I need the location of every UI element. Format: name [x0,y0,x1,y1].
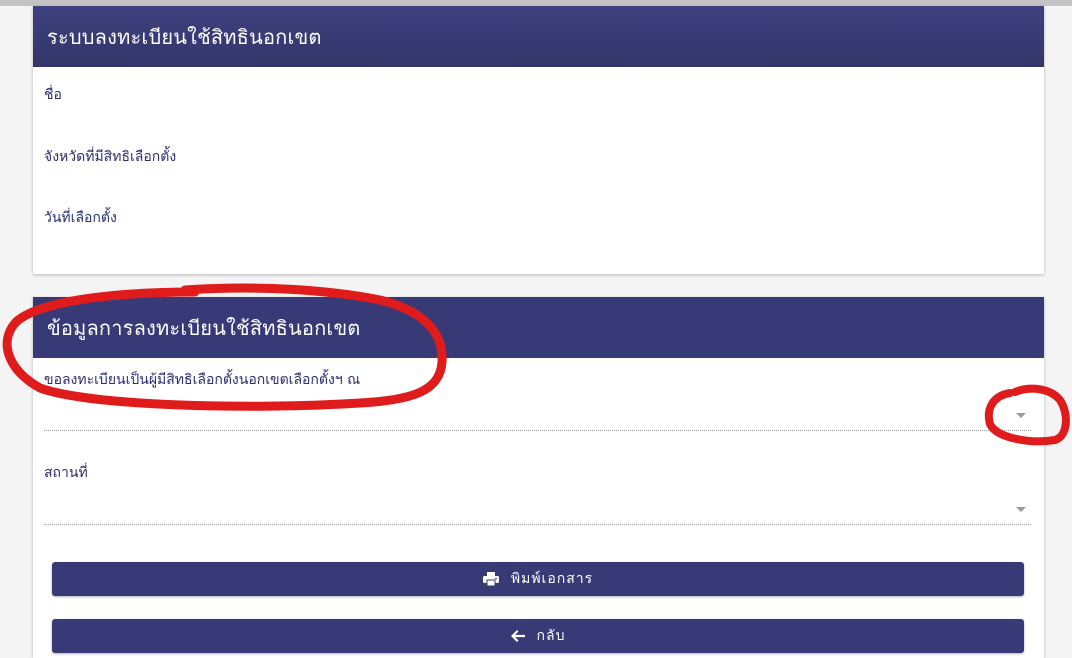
print-document-button[interactable]: พิมพ์เอกสาร [52,562,1024,596]
card-title: ระบบลงทะเบียนใช้สิทธินอกเขต [47,24,322,49]
voter-info-card: ระบบลงทะเบียนใช้สิทธินอกเขต ชื่อ จังหวัด… [33,6,1044,274]
card-title: ข้อมูลการลงทะเบียนใช้สิทธินอกเขต [47,315,361,340]
province-label: จังหวัดที่มีสิทธิเลือกตั้ง [44,149,177,165]
card-header: ข้อมูลการลงทะเบียนใช้สิทธินอกเขต [33,297,1044,358]
back-button-label: กลับ [536,628,566,644]
dropdown-caret-icon[interactable] [1016,413,1026,418]
election-date-label: วันที่เลือกตั้ง [44,210,117,226]
back-button[interactable]: กลับ [52,619,1024,653]
dropdown-caret-icon[interactable] [1016,507,1026,512]
place-select[interactable] [44,494,1031,525]
location-select-label: ขอลงทะเบียนเป็นผู้มีสิทธิเลือกตั้งนอกเขต… [44,372,361,388]
location-select[interactable] [44,400,1031,431]
registration-details-card: ข้อมูลการลงทะเบียนใช้สิทธินอกเขต ขอลงทะเ… [33,297,1044,658]
printer-icon [482,572,499,586]
card-header: ระบบลงทะเบียนใช้สิทธินอกเขต [33,6,1044,67]
arrow-left-icon [510,630,525,642]
print-button-label: พิมพ์เอกสาร [510,571,594,587]
name-label: ชื่อ [44,87,62,103]
place-select-label: สถานที่ [44,465,88,481]
